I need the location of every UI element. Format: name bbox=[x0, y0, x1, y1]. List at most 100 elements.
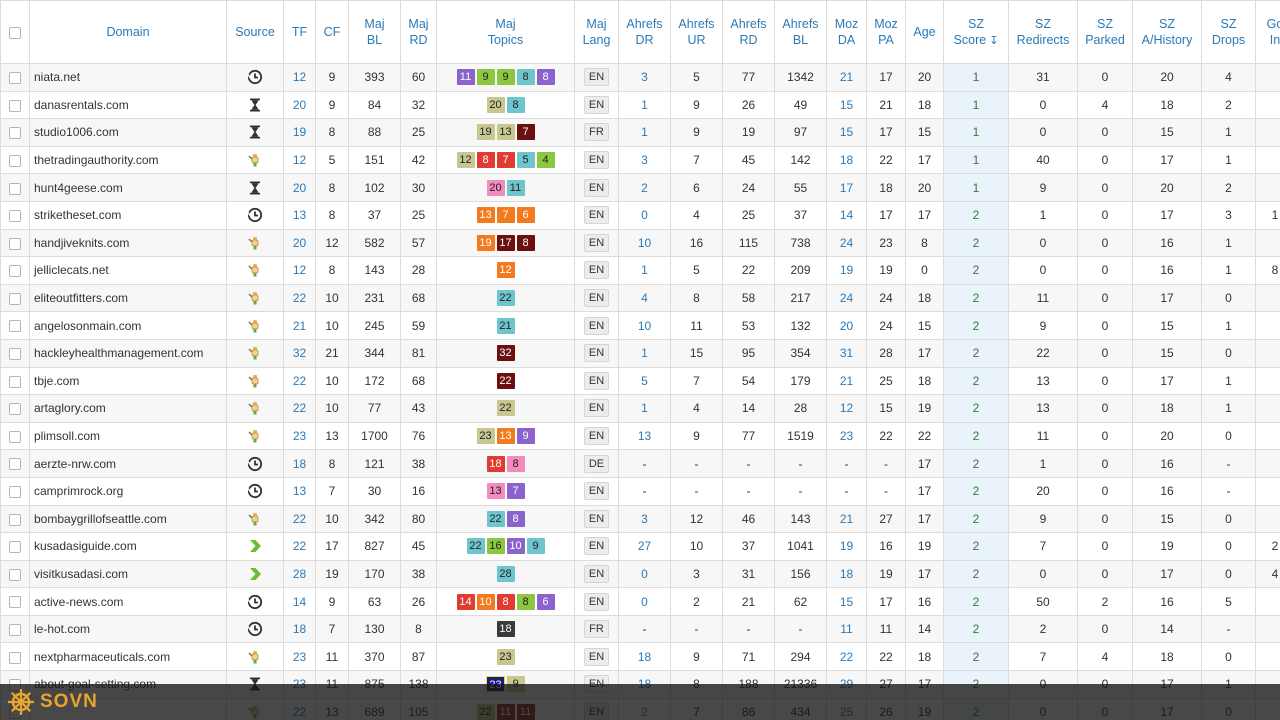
topic-badge[interactable]: 18 bbox=[486, 455, 505, 472]
row-checkbox[interactable] bbox=[9, 430, 21, 443]
topic-badge[interactable]: 32 bbox=[496, 345, 515, 362]
topic-badge[interactable]: 8 bbox=[506, 455, 525, 472]
table-row[interactable]: hackleyhealthmanagement.com 32 21 344 81 32 EN… bbox=[0, 338, 1280, 368]
domain-cell[interactable]: eliteoutfitters.com bbox=[29, 283, 227, 313]
topic-badge[interactable]: 4 bbox=[536, 152, 555, 169]
domain-cell[interactable]: visitkusadasi.com bbox=[29, 559, 227, 589]
topic-badge[interactable]: 7 bbox=[506, 483, 525, 500]
table-row[interactable]: danasrentals.com 20 9 84 32 20 8 EN 1 9 26 49 15 21 18… bbox=[0, 90, 1280, 120]
domain-cell[interactable]: kusadasiguide.com bbox=[29, 532, 227, 561]
topic-badge[interactable]: 23 bbox=[476, 428, 495, 445]
column-header-cf[interactable]: CF bbox=[315, 0, 349, 64]
topic-badge[interactable]: 17 bbox=[496, 234, 515, 251]
topic-badge[interactable]: 12 bbox=[456, 152, 475, 169]
sort-icon[interactable]: ↧ bbox=[986, 35, 998, 47]
domain-cell[interactable]: handjiveknits.com bbox=[29, 228, 227, 258]
column-header-majbl[interactable]: Maj BL bbox=[348, 0, 401, 64]
column-header-source[interactable]: Source bbox=[226, 0, 284, 64]
row-checkbox[interactable] bbox=[9, 651, 21, 664]
column-header-drops[interactable]: SZ Drops bbox=[1201, 0, 1256, 64]
domain-cell[interactable]: aerzte-nrw.com bbox=[29, 449, 227, 478]
row-checkbox[interactable] bbox=[9, 210, 21, 223]
row-checkbox[interactable] bbox=[9, 265, 21, 278]
topic-badge[interactable]: 7 bbox=[496, 207, 515, 224]
column-header-score[interactable]: SZ Score ↧ bbox=[943, 0, 1009, 64]
domain-cell[interactable]: tbje.com bbox=[29, 366, 227, 396]
column-header-ur[interactable]: Ahrefs UR bbox=[670, 0, 723, 64]
row-checkbox[interactable] bbox=[9, 624, 21, 636]
table-row[interactable]: plimsoll.com 23 13 1700 76 23 13 9 EN 13 9 77 1519 23… bbox=[0, 421, 1280, 451]
table-row[interactable]: active-news.com 14 9 63 26 14 10 8 8 6 EN 0 2 21 62 15 1… bbox=[0, 587, 1280, 616]
topic-badge[interactable]: 16 bbox=[486, 538, 505, 555]
topic-badge[interactable]: 6 bbox=[536, 593, 555, 610]
select-all-checkbox[interactable] bbox=[9, 26, 21, 39]
topic-badge[interactable]: 20 bbox=[486, 96, 505, 113]
column-header-abl[interactable]: Ahrefs BL bbox=[774, 0, 827, 64]
table-row[interactable]: jelliclecats.net 12 8 143 28 12 EN 1 5 22 209 19 19 0… bbox=[0, 256, 1280, 285]
row-checkbox[interactable] bbox=[9, 568, 21, 581]
topic-badge[interactable]: 6 bbox=[516, 207, 535, 224]
column-header-da[interactable]: Moz DA bbox=[826, 0, 867, 64]
topic-badge[interactable]: 19 bbox=[476, 124, 495, 141]
topic-badge[interactable]: 12 bbox=[496, 262, 515, 279]
table-row[interactable]: camprimrock.org 13 7 30 16 13 7 EN - - - - - -17 2 20 0 1… bbox=[0, 476, 1280, 506]
column-header-ard[interactable]: Ahrefs RD bbox=[722, 0, 775, 64]
row-checkbox[interactable] bbox=[9, 486, 21, 499]
topic-badge[interactable]: 10 bbox=[476, 593, 495, 610]
topic-badge[interactable]: 13 bbox=[496, 428, 515, 445]
column-header-parked[interactable]: SZ Parked bbox=[1077, 0, 1133, 64]
row-checkbox[interactable] bbox=[9, 348, 21, 361]
table-row[interactable]: nextpharmaceuticals.com 23 11 370 87 23 EN 18 9 7… bbox=[0, 642, 1280, 672]
column-header-domain[interactable]: Domain bbox=[29, 0, 227, 64]
domain-cell[interactable]: thetradingauthority.com bbox=[29, 145, 227, 175]
column-header-redir[interactable]: SZ Redirects bbox=[1008, 0, 1078, 64]
topic-badge[interactable]: 8 bbox=[506, 96, 525, 113]
topic-badge[interactable]: 5 bbox=[516, 152, 535, 169]
table-row[interactable]: artaglory.com 22 10 77 43 22 EN 1 4 14 28 12 15 19 2 13… bbox=[0, 394, 1280, 423]
topic-badge[interactable]: 22 bbox=[496, 290, 515, 307]
row-checkbox[interactable] bbox=[9, 72, 21, 85]
topic-badge[interactable]: 13 bbox=[486, 483, 505, 500]
topic-badge[interactable]: 8 bbox=[516, 234, 535, 251]
table-row[interactable]: le-hot.com 18 7 130 8 18 FR - - - -11 11 14 2 2 0 14- bbox=[0, 614, 1280, 644]
column-header-lang[interactable]: Maj Lang bbox=[574, 0, 619, 64]
domain-cell[interactable]: plimsoll.com bbox=[29, 421, 227, 451]
table-row[interactable]: handjiveknits.com 20 12 582 57 19 17 8 EN 10 16 115… bbox=[0, 228, 1280, 258]
topic-badge[interactable]: 9 bbox=[516, 428, 535, 445]
topic-badge[interactable]: 28 bbox=[496, 565, 515, 582]
row-checkbox[interactable] bbox=[9, 403, 21, 416]
domain-cell[interactable]: niata.net bbox=[29, 63, 227, 92]
domain-cell[interactable]: jelliclecats.net bbox=[29, 256, 227, 285]
topic-badge[interactable]: 14 bbox=[456, 593, 475, 610]
domain-cell[interactable]: nextpharmaceuticals.com bbox=[29, 642, 227, 672]
column-header-hist[interactable]: SZ A/History bbox=[1132, 0, 1202, 64]
row-checkbox[interactable] bbox=[9, 320, 21, 333]
topic-badge[interactable]: 19 bbox=[476, 234, 495, 251]
column-header-majrd[interactable]: Maj RD bbox=[400, 0, 437, 64]
topic-badge[interactable]: 8 bbox=[506, 510, 525, 527]
row-checkbox[interactable] bbox=[9, 154, 21, 167]
row-checkbox[interactable] bbox=[9, 182, 21, 195]
table-row[interactable]: eliteoutfitters.com 22 10 231 68 22 EN 4 8 58 217 2… bbox=[0, 283, 1280, 313]
column-header-dr[interactable]: Ahrefs DR bbox=[618, 0, 671, 64]
domain-cell[interactable]: le-hot.com bbox=[29, 614, 227, 644]
domain-cell[interactable]: angelosonmain.com bbox=[29, 311, 227, 340]
topic-badge[interactable]: 9 bbox=[496, 69, 515, 86]
row-checkbox[interactable] bbox=[9, 292, 21, 305]
domain-cell[interactable]: bombaygrillofseattle.com bbox=[29, 504, 227, 534]
column-header-age[interactable]: Age bbox=[905, 0, 944, 64]
table-row[interactable]: visitkusadasi.com 28 19 170 38 28 EN 0 3 31 156 18 1… bbox=[0, 559, 1280, 589]
column-header-cb[interactable] bbox=[0, 0, 30, 64]
table-row[interactable]: tbje.com 22 10 172 68 22 EN 5 7 54 179 21 25 18 2 13 0 17… bbox=[0, 366, 1280, 396]
topic-badge[interactable]: 7 bbox=[516, 124, 535, 141]
topic-badge[interactable]: 7 bbox=[496, 152, 515, 169]
domain-cell[interactable]: camprimrock.org bbox=[29, 476, 227, 506]
topic-badge[interactable]: 8 bbox=[516, 69, 535, 86]
column-header-pa[interactable]: Moz PA bbox=[866, 0, 906, 64]
topic-badge[interactable]: 22 bbox=[466, 538, 485, 555]
domain-cell[interactable]: danasrentals.com bbox=[29, 90, 227, 120]
topic-badge[interactable]: 8 bbox=[536, 69, 555, 86]
table-row[interactable]: bombaygrillofseattle.com 22 10 342 80 22 8 EN 3 1… bbox=[0, 504, 1280, 534]
topic-badge[interactable]: 13 bbox=[496, 124, 515, 141]
table-row[interactable]: studio1006.com 19 8 88 25 19 13 7 FR 1 9 19 97 15 17 15… bbox=[0, 118, 1280, 147]
